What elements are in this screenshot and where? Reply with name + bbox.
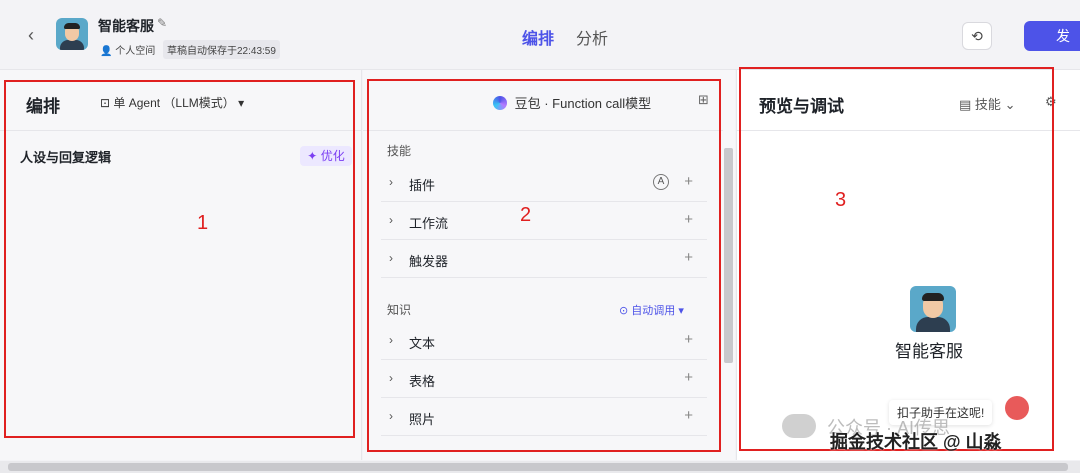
tab-analysis[interactable]: 分析: [576, 25, 608, 49]
annotation-label-1: 1: [197, 212, 209, 234]
edit-icon[interactable]: ✎: [157, 16, 167, 30]
annotation-label-3: 3: [835, 189, 847, 211]
chevron-left-icon[interactable]: ‹: [20, 24, 42, 46]
space-label: 👤 个人空间: [100, 42, 155, 57]
tab-arrange[interactable]: 编排: [522, 25, 554, 49]
space-text: 个人空间: [115, 46, 156, 57]
scrollbar-thumb[interactable]: [8, 463, 1068, 471]
annotation-box-2: [367, 79, 721, 452]
bot-title: 智能客服: [98, 18, 154, 34]
annotation-box-3: [739, 67, 1054, 451]
autosave-status: 草稿自动保存于22:43:59: [163, 40, 280, 59]
publish-button[interactable]: 发: [1024, 21, 1080, 51]
horizontal-scrollbar[interactable]: [0, 461, 1080, 473]
top-bar: ‹ 智能客服 ✎ 👤 个人空间 草稿自动保存于22:43:59 编排 分析 ⟲ …: [0, 0, 1080, 70]
bot-avatar: [56, 18, 88, 50]
annotation-label-2: 2: [520, 204, 532, 226]
history-icon[interactable]: ⟲: [962, 22, 992, 50]
annotation-box-1: [4, 80, 355, 438]
watermark-juejin: 掘金技术社区 @ 山淼: [830, 432, 1002, 452]
vertical-scrollbar[interactable]: [724, 148, 733, 363]
wechat-icon: [782, 414, 816, 438]
user-icon: 👤: [100, 46, 113, 57]
